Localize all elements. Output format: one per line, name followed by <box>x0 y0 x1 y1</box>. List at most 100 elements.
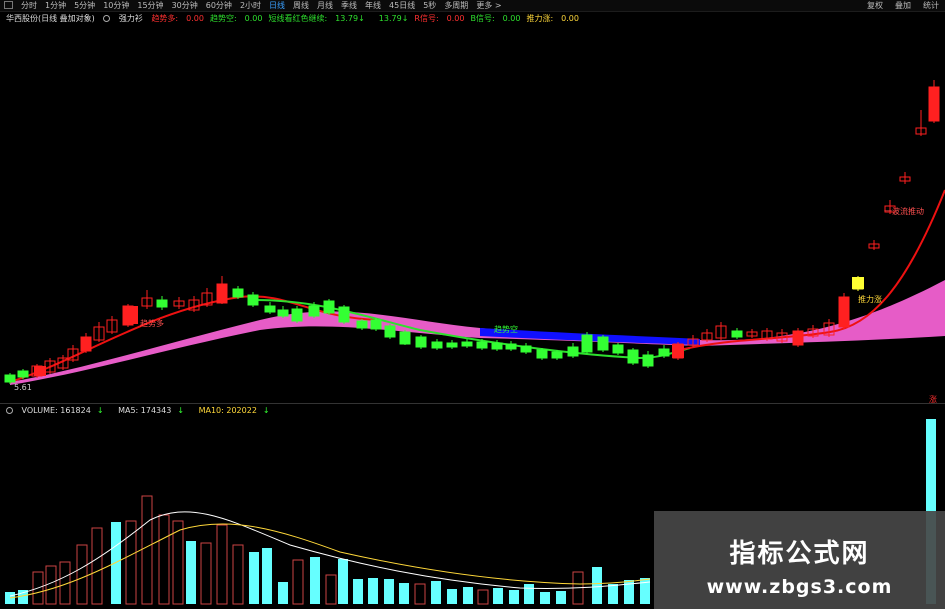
indicator-formula[interactable]: 强力衫 <box>119 14 143 23</box>
settings-circle-icon[interactable] <box>103 15 111 22</box>
volume-bar <box>232 544 244 605</box>
volume-bar <box>216 524 228 605</box>
push-up-label: 推力涨 <box>858 294 882 304</box>
candle-body <box>446 342 458 348</box>
candle-body <box>520 345 532 353</box>
period-tab[interactable]: 45日线 <box>385 0 419 11</box>
volume-bar <box>414 583 426 605</box>
candle-body <box>247 294 259 306</box>
period-tab[interactable]: 分时 <box>17 0 41 11</box>
fuquan-button[interactable]: 复权 <box>861 1 889 10</box>
indicator-value-item: 趋势空: 0.00 <box>210 14 263 23</box>
volume-bar <box>325 574 337 605</box>
watermark-url: www.zbgs3.com <box>706 576 893 598</box>
candle-body <box>612 344 624 354</box>
volume-bar <box>141 495 153 605</box>
indicator-item-arrow: ↓ <box>401 14 409 23</box>
volume-legend: VOLUME: 161824 ↓ MA5: 174343 ↓ MA10: 20202… <box>6 405 282 416</box>
period-tab[interactable]: 周线 <box>289 0 313 11</box>
signal-candle-red <box>672 344 684 358</box>
candle-body <box>80 336 92 352</box>
overlay-button[interactable]: 叠加 <box>889 1 917 10</box>
pink-band <box>10 280 945 385</box>
volume-bar <box>158 514 170 605</box>
period-tab[interactable]: 10分钟 <box>99 0 133 11</box>
volume-bar <box>556 591 566 604</box>
indicator-item-label: 短线看红色继续: <box>268 14 328 23</box>
volume-bar <box>463 587 473 604</box>
candle-body <box>277 309 289 317</box>
candle-body <box>356 320 368 329</box>
candle-body <box>505 343 517 350</box>
candle-body <box>581 334 593 353</box>
candle-body <box>627 349 639 364</box>
signal-candle-red <box>126 306 138 324</box>
candle-body <box>567 346 579 357</box>
indicator-value-item: 推力涨: 0.00 <box>526 14 579 23</box>
indicator-item-label: 推力涨: <box>526 14 554 23</box>
indicator-values: 趋势多: 0.00 趋势空: 0.00 短线看红色继续: 13.79↓ 13.79↓ R信号:… <box>151 14 585 23</box>
period-tab[interactable]: 季线 <box>337 0 361 11</box>
candle-body <box>384 325 396 338</box>
volume-bar <box>608 584 618 604</box>
period-tab[interactable]: 月线 <box>313 0 337 11</box>
toolbar-right: 复权 叠加 统计 <box>861 0 945 11</box>
candle-body <box>838 296 850 328</box>
period-tab[interactable]: 1分钟 <box>41 0 70 11</box>
period-tab[interactable]: 30分钟 <box>168 0 202 11</box>
indicator-item-value: 13.79 <box>335 14 359 23</box>
volume-bar <box>540 592 550 604</box>
period-tab[interactable]: 15分钟 <box>133 0 167 11</box>
watermark: 指标公式网 www.zbgs3.com <box>654 511 945 609</box>
candle-body <box>264 305 276 313</box>
candle-body <box>291 308 303 322</box>
volume-ma-lines <box>9 511 651 599</box>
indicator-item-value: 13.79 <box>378 14 402 23</box>
indicator-item-label: 趋势多: <box>151 14 179 23</box>
volume-bar <box>262 548 272 604</box>
volume-bar <box>524 584 534 604</box>
volume-bar <box>384 579 394 604</box>
candle-body <box>415 336 427 348</box>
candle-body <box>399 331 411 345</box>
indicator-item-label: 趋势空: <box>209 14 237 23</box>
candle-body <box>461 341 473 347</box>
indicator-item-value: 0.00 <box>446 14 465 23</box>
period-tab[interactable]: 60分钟 <box>202 0 236 11</box>
volume-ma10-line <box>9 523 651 599</box>
trend-up-label: 趋势多 <box>140 318 164 328</box>
layout-grid-icon[interactable] <box>4 1 13 9</box>
candle-body <box>156 299 168 308</box>
period-tab[interactable]: 2小时 <box>236 0 265 11</box>
candle-body <box>536 349 548 359</box>
volume-bar <box>111 522 121 604</box>
period-tab[interactable]: 多周期 <box>440 0 472 11</box>
indicator-value-item: B信号: 0.00 <box>470 14 520 23</box>
stats-button[interactable]: 统计 <box>917 1 945 10</box>
period-tab[interactable]: 年线 <box>361 0 385 11</box>
volume-bar <box>493 588 503 604</box>
indicator-item-value: 0.00 <box>502 14 521 23</box>
candle-body <box>642 354 654 367</box>
volume-bar <box>477 589 489 605</box>
volume-bar <box>278 582 288 604</box>
candle-body <box>338 306 350 323</box>
candle-body <box>476 341 488 349</box>
indicator-item-label: B信号: <box>470 14 495 23</box>
period-tab[interactable]: 5分钟 <box>70 0 99 11</box>
indicator-source[interactable]: 华西股份(日线 叠加对象) <box>6 14 95 23</box>
more-periods-button[interactable]: 更多 > <box>472 1 505 10</box>
watermark-title: 指标公式网 <box>729 539 870 569</box>
volume-bar <box>125 520 137 605</box>
indicator-value-item: 趋势多: 0.00 <box>151 14 204 23</box>
signal-candle-red <box>34 366 46 376</box>
pane-divider[interactable] <box>0 403 945 404</box>
period-tab[interactable]: 日线 <box>265 0 289 11</box>
volume-settings-circle-icon[interactable] <box>6 407 13 414</box>
candle-body <box>17 370 29 378</box>
volume-bar <box>186 541 196 604</box>
signal-candle-yellow <box>852 277 864 289</box>
indicator-value-item: R信号: 0.00 <box>414 14 464 23</box>
volume-ma5: MA5: 174343 ↓ <box>118 406 185 415</box>
period-tab[interactable]: 5秒 <box>419 0 440 11</box>
